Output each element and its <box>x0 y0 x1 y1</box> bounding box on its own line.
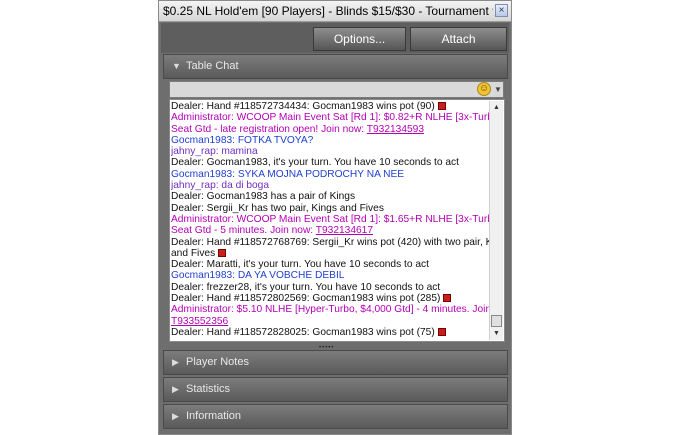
chat-line-text: Gocman1983: FOTKA TVOYA? <box>171 134 314 146</box>
collapsed-arrow-icon: ▶ <box>172 384 179 394</box>
scrollbar-thumb[interactable] <box>491 315 502 327</box>
chat-messages: Dealer: Hand #118572734434: Gocman1983 w… <box>171 101 489 338</box>
chat-line-text: Seat Gtd - 5 minutes. Join now: <box>171 225 316 237</box>
chat-input[interactable] <box>169 81 504 98</box>
chevron-down-icon[interactable]: ▼ <box>494 85 502 94</box>
chat-line: Seat Gtd - late registration open! Join … <box>171 124 489 135</box>
chat-line: Dealer: Maratti, it's your turn. You hav… <box>171 259 489 270</box>
chat-line: Gocman1983: SYKA MOJNA PODROCHY NA NEE <box>171 169 489 180</box>
chat-log: Dealer: Hand #118572734434: Gocman1983 w… <box>169 99 505 342</box>
collapsed-arrow-icon: ▶ <box>172 357 179 367</box>
hand-history-icon[interactable] <box>437 327 446 336</box>
chat-line: Administrator: WCOOP Main Event Sat [Rd … <box>171 214 489 225</box>
chat-line: Dealer: Gocman1983 has a pair of Kings <box>171 191 489 202</box>
chat-line-text: Dealer: Gocman1983 has a pair of Kings <box>171 191 356 203</box>
chat-line-text: Dealer: Hand #118572768769: Sergii_Kr wi… <box>171 236 489 248</box>
chat-line-text: Gocman1983: SYKA MOJNA PODROCHY NA NEE <box>171 168 405 180</box>
chat-line: Dealer: Hand #118572802569: Gocman1983 w… <box>171 293 489 304</box>
hand-history-icon[interactable] <box>443 294 452 303</box>
section-label: Player Notes <box>186 356 249 368</box>
scroll-up-icon[interactable]: ▲ <box>491 102 502 113</box>
chat-line-text: Dealer: Sergii_Kr has two pair, Kings an… <box>171 202 384 214</box>
tournament-link[interactable]: T932134593 <box>367 124 424 135</box>
chat-line-text: and Fives <box>171 247 216 259</box>
chat-line: jahny_rap: da di boga <box>171 180 489 191</box>
hand-history-icon[interactable] <box>218 248 227 257</box>
chat-line-text: Dealer: Hand #118572734434: Gocman1983 w… <box>171 101 435 112</box>
chat-line-text: Administrator: $5.10 NLHE [Hyper-Turbo, … <box>171 304 489 316</box>
chat-line: jahny_rap: mamina <box>171 146 489 157</box>
chat-line: Dealer: Hand #118572768769: Sergii_Kr wi… <box>171 237 489 248</box>
section-label: Table Chat <box>186 60 239 72</box>
chat-line: and Fives <box>171 248 489 259</box>
hand-history-icon[interactable] <box>437 102 446 110</box>
emoji-icon[interactable]: ☺ <box>477 82 491 96</box>
chat-line: Administrator: WCOOP Main Event Sat [Rd … <box>171 112 489 123</box>
chat-line-text: Seat Gtd - late registration open! Join … <box>171 123 367 135</box>
information-header[interactable]: ▶ Information <box>163 404 508 429</box>
chat-line-text: Dealer: Hand #118572802569: Gocman1983 w… <box>171 293 441 305</box>
chat-line: Dealer: Gocman1983, it's your turn. You … <box>171 157 489 168</box>
attach-button[interactable]: Attach <box>410 27 507 51</box>
chat-line-text: Dealer: Gocman1983, it's your turn. You … <box>171 157 459 169</box>
window-title: $0.25 NL Hold'em [90 Players] - Blinds $… <box>163 4 493 18</box>
chat-line: T933552356 <box>171 316 489 327</box>
options-button[interactable]: Options... <box>313 27 406 51</box>
chat-line-text: Dealer: frezzer28, it's your turn. You h… <box>171 281 441 293</box>
chat-line: Gocman1983: DA YA VOBCHE DEBIL <box>171 270 489 281</box>
chat-line: Dealer: Hand #118572734434: Gocman1983 w… <box>171 101 489 112</box>
chat-line-text: jahny_rap: mamina <box>171 146 258 158</box>
chat-line-text: Administrator: WCOOP Main Event Sat [Rd … <box>171 112 489 124</box>
chat-line: Seat Gtd - 5 minutes. Join now: T9321346… <box>171 225 489 236</box>
section-label: Information <box>186 410 242 422</box>
player-notes-header[interactable]: ▶ Player Notes <box>163 350 508 375</box>
tournament-link[interactable]: T933552356 <box>171 316 228 327</box>
title-bar[interactable]: $0.25 NL Hold'em [90 Players] - Blinds $… <box>159 1 511 22</box>
chat-line: Administrator: $5.10 NLHE [Hyper-Turbo, … <box>171 304 489 315</box>
collapsed-arrow-icon: ▶ <box>172 411 179 421</box>
poker-table-window: $0.25 NL Hold'em [90 Players] - Blinds $… <box>158 0 512 435</box>
chat-line: Dealer: frezzer28, it's your turn. You h… <box>171 282 489 293</box>
statistics-header[interactable]: ▶ Statistics <box>163 377 508 402</box>
chat-line: Dealer: Hand #118572828025: Gocman1983 w… <box>171 327 489 338</box>
close-icon[interactable]: × <box>495 4 508 17</box>
tournament-link[interactable]: T932134617 <box>316 225 373 236</box>
toolbar: Options... Attach <box>161 23 509 53</box>
chat-line-text: Gocman1983: DA YA VOBCHE DEBIL <box>171 270 345 282</box>
chat-line-text: Dealer: Hand #118572828025: Gocman1983 w… <box>171 326 435 338</box>
expanded-arrow-icon: ▼ <box>172 61 181 71</box>
chat-line-text: Dealer: Maratti, it's your turn. You hav… <box>171 259 429 271</box>
scroll-down-icon[interactable]: ▼ <box>491 328 502 339</box>
table-chat-header[interactable]: ▼ Table Chat <box>163 54 508 79</box>
chat-scrollbar[interactable]: ▲ ▼ <box>489 101 503 340</box>
chat-line: Dealer: Sergii_Kr has two pair, Kings an… <box>171 203 489 214</box>
section-label: Statistics <box>186 383 231 395</box>
chat-line-text: Administrator: WCOOP Main Event Sat [Rd … <box>171 213 489 225</box>
chat-line: Gocman1983: FOTKA TVOYA? <box>171 135 489 146</box>
chat-line-text: jahny_rap: da di boga <box>171 180 269 192</box>
